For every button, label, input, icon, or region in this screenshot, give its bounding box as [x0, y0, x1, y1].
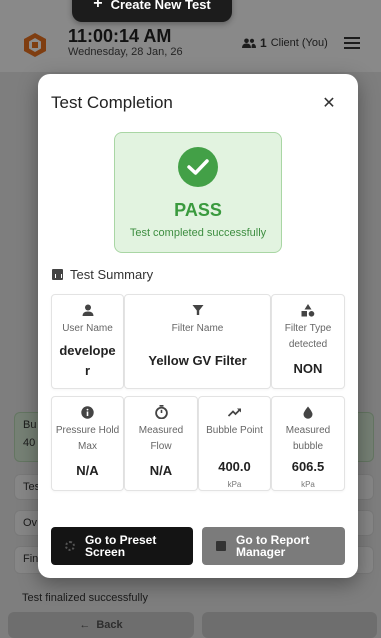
- card-value: N/A: [149, 463, 173, 478]
- preset-button-label: Go to Preset Screen: [85, 533, 157, 559]
- card-value: 400.0: [218, 459, 251, 474]
- summary-card-filter-type: Filter Type detected NON: [271, 294, 345, 389]
- card-unit: kPa: [301, 480, 315, 489]
- report-button-label: Go to Report Manager: [236, 533, 310, 559]
- card-value: Yellow GV Filter: [148, 353, 247, 368]
- card-label: Measured bubble: [285, 425, 331, 452]
- card-value: 606.5: [291, 459, 325, 474]
- summary-card-bubble-point: Bubble Point 400.0 kPa: [198, 396, 271, 491]
- summary-card-filter-name: Filter Name Yellow GV Filter: [124, 294, 271, 389]
- card-label: Bubble Point: [206, 425, 263, 436]
- summary-card-measured-flow: Measured Flow N/A: [124, 396, 198, 491]
- summary-title: Test Summary: [70, 267, 154, 282]
- card-value: develope r: [59, 343, 116, 378]
- card-label: Filter Name: [171, 323, 224, 334]
- go-to-preset-screen-button[interactable]: Go to Preset Screen: [51, 527, 193, 565]
- timer-icon: [125, 405, 197, 419]
- create-new-test-label: Create New Test: [110, 0, 211, 12]
- card-value: N/A: [76, 463, 99, 478]
- shapes-icon: [272, 303, 344, 317]
- trend-up-icon: [199, 405, 270, 419]
- create-new-test-button[interactable]: + Create New Test: [72, 0, 232, 22]
- card-value: NON: [293, 361, 323, 376]
- close-icon[interactable]: ✕: [320, 94, 338, 112]
- card-label: Pressure Hold Max: [55, 425, 120, 452]
- card-unit: kPa: [227, 480, 242, 489]
- summary-header: Test Summary: [52, 267, 153, 282]
- water-drop-icon: [272, 405, 344, 419]
- result-message: Test completed successfully: [129, 227, 267, 239]
- result-status: PASS: [174, 200, 222, 220]
- card-label: User Name: [62, 323, 113, 334]
- card-label: Measured Flow: [138, 425, 184, 452]
- go-to-report-manager-button[interactable]: Go to Report Manager: [202, 527, 345, 565]
- filter-icon: [125, 303, 270, 317]
- plus-icon: +: [93, 0, 103, 12]
- report-icon: [216, 541, 226, 551]
- check-circle-icon: [178, 147, 218, 187]
- bar-chart-icon: [52, 269, 63, 280]
- person-icon: [52, 303, 123, 317]
- summary-card-user-name: User Name develope r: [51, 294, 124, 389]
- dialog-title: Test Completion: [51, 93, 173, 112]
- info-icon: [52, 405, 123, 419]
- summary-card-pressure-hold-max: Pressure Hold Max N/A: [51, 396, 124, 491]
- card-label: Filter Type detected: [284, 323, 332, 350]
- gear-icon: [65, 541, 75, 551]
- summary-card-measured-bubble: Measured bubble 606.5 kPa: [271, 396, 345, 491]
- result-panel: PASS Test completed successfully: [114, 132, 282, 253]
- test-completion-dialog: Test Completion ✕ PASS Test completed su…: [38, 74, 358, 578]
